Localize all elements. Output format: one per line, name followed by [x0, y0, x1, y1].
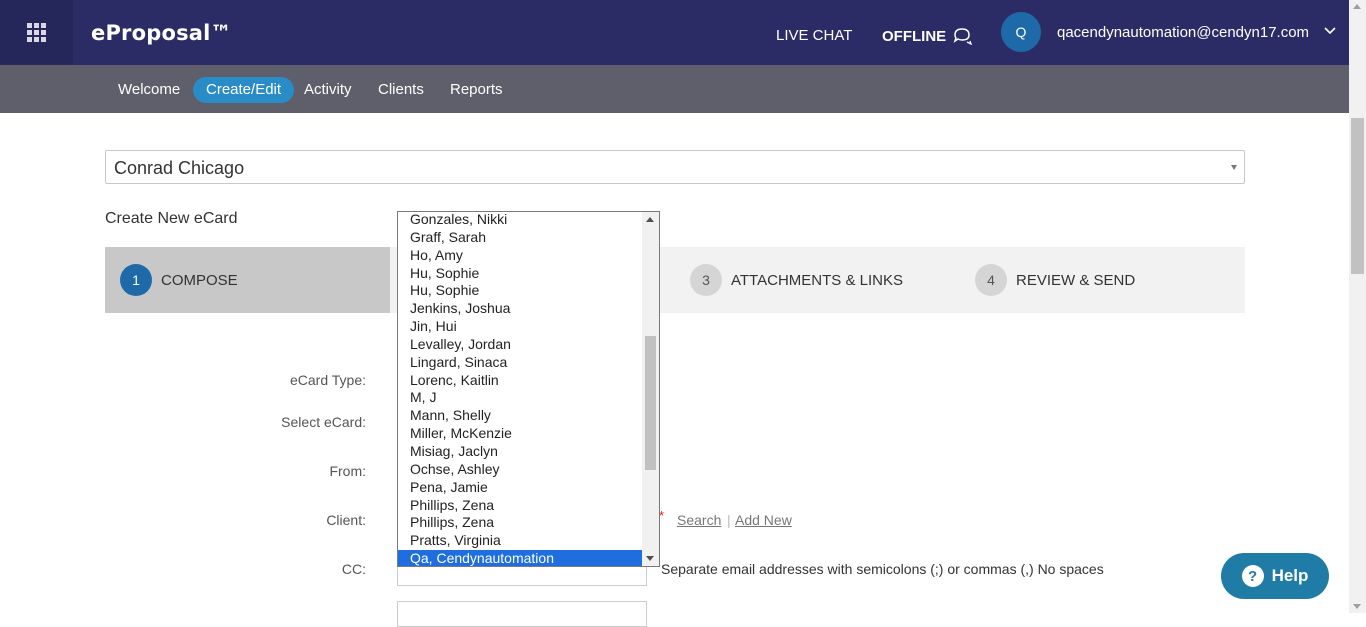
from-option[interactable]: Hu, Sophie [398, 265, 643, 283]
page-title: Create New eCard [105, 210, 238, 227]
help-label: Help [1271, 566, 1309, 585]
step-attachments-links[interactable]: 3 ATTACHMENTS & LINKS [690, 247, 903, 313]
live-chat-link[interactable]: LIVE CHAT [776, 27, 852, 44]
question-icon: ? [1241, 565, 1264, 587]
from-option[interactable]: Jenkins, Joshua [398, 300, 643, 318]
help-button[interactable]: ? Help [1221, 553, 1329, 599]
from-option[interactable]: Pena, Jamie [398, 479, 643, 497]
avatar[interactable]: Q [1001, 12, 1041, 52]
from-option[interactable]: Phillips, Zena [398, 514, 643, 532]
main-nav: Welcome Create/Edit Activity Clients Rep… [0, 65, 1349, 113]
from-label: From: [329, 463, 366, 479]
from-option[interactable]: Hu, Sophie [398, 282, 643, 300]
step-number: 3 [690, 264, 722, 296]
cc-label: CC: [341, 561, 366, 577]
hotel-select[interactable]: Conrad Chicago [105, 150, 1245, 184]
from-option[interactable]: Qa, Cendynautomation [398, 550, 643, 566]
scroll-down-arrow-icon[interactable] [1353, 604, 1361, 609]
from-options: Gonzales, Nikki Graff, Sarah Ho, Amy Hu, So… [398, 212, 643, 566]
select-ecard-label: Select eCard: [281, 414, 366, 430]
step-label: COMPOSE [161, 271, 238, 289]
scroll-up-arrow-icon[interactable] [646, 217, 654, 222]
scroll-up-arrow-icon[interactable] [1353, 4, 1361, 9]
subject-input[interactable] [397, 601, 647, 627]
from-option[interactable]: Ho, Amy [398, 247, 643, 265]
from-option[interactable]: Mann, Shelly [398, 407, 643, 425]
from-option[interactable]: Lorenc, Kaitlin [398, 372, 643, 390]
ecard-type-label: eCard Type: [289, 372, 366, 388]
client-add-new-link[interactable]: Add New [735, 512, 792, 528]
from-option[interactable]: Jin, Hui [398, 318, 643, 336]
from-option[interactable]: M, J [398, 389, 643, 407]
nav-reports[interactable]: Reports [437, 77, 516, 103]
brand-logo[interactable]: eProposal™ [91, 21, 232, 45]
dropdown-scrollbar[interactable] [642, 212, 659, 566]
step-label: ATTACHMENTS & LINKS [731, 271, 903, 289]
wizard-steps: 1 COMPOSE 3 ATTACHMENTS & LINKS 4 REVIEW… [105, 247, 1245, 313]
from-dropdown-list[interactable]: Gonzales, Nikki Graff, Sarah Ho, Amy Hu, So… [397, 211, 660, 567]
grid-icon [27, 23, 46, 42]
step-number: 4 [975, 264, 1007, 296]
from-option[interactable]: Ochse, Ashley [398, 461, 643, 479]
user-email[interactable]: qacendynautomation@cendyn17.com [1057, 24, 1309, 41]
step-compose[interactable]: 1 COMPOSE [105, 247, 390, 313]
client-label: Client: [326, 512, 366, 528]
offline-label: OFFLINE [882, 27, 947, 45]
step-number: 1 [120, 264, 152, 296]
cc-hint: Separate email addresses with semicolons… [661, 561, 1104, 577]
offline-status[interactable]: OFFLINE [882, 27, 974, 45]
chat-bubble-icon [953, 28, 973, 45]
nav-clients[interactable]: Clients [365, 77, 437, 103]
scroll-down-arrow-icon[interactable] [646, 556, 654, 561]
client-search-link[interactable]: Search [677, 512, 721, 528]
step-label: REVIEW & SEND [1016, 271, 1136, 289]
dropdown-scrollbar-thumb[interactable] [645, 336, 656, 470]
from-option[interactable]: Pratts, Virginia [398, 532, 643, 550]
from-option[interactable]: Misiag, Jaclyn [398, 443, 643, 461]
from-option[interactable]: Levalley, Jordan [398, 336, 643, 354]
link-separator: | [727, 512, 731, 528]
step-review-send[interactable]: 4 REVIEW & SEND [975, 247, 1135, 313]
from-option[interactable]: Graff, Sarah [398, 229, 643, 247]
from-option[interactable]: Miller, McKenzie [398, 425, 643, 443]
caret-down-icon [1231, 165, 1237, 170]
page-scrollbar[interactable] [1349, 0, 1366, 613]
chevron-down-icon[interactable] [1324, 27, 1336, 35]
scrollbar-thumb[interactable] [1351, 118, 1364, 274]
nav-welcome[interactable]: Welcome [105, 77, 193, 103]
hotel-select-value: Conrad Chicago [114, 158, 245, 178]
from-option[interactable]: Lingard, Sinaca [398, 354, 643, 372]
from-option[interactable]: Gonzales, Nikki [398, 212, 643, 229]
from-option[interactable]: Phillips, Zena [398, 497, 643, 515]
app-launcher-button[interactable] [0, 0, 73, 65]
nav-create-edit[interactable]: Create/Edit [193, 77, 295, 103]
top-bar: eProposal™ LIVE CHAT OFFLINE Q qacendyna… [0, 0, 1349, 65]
nav-activity[interactable]: Activity [291, 77, 365, 103]
